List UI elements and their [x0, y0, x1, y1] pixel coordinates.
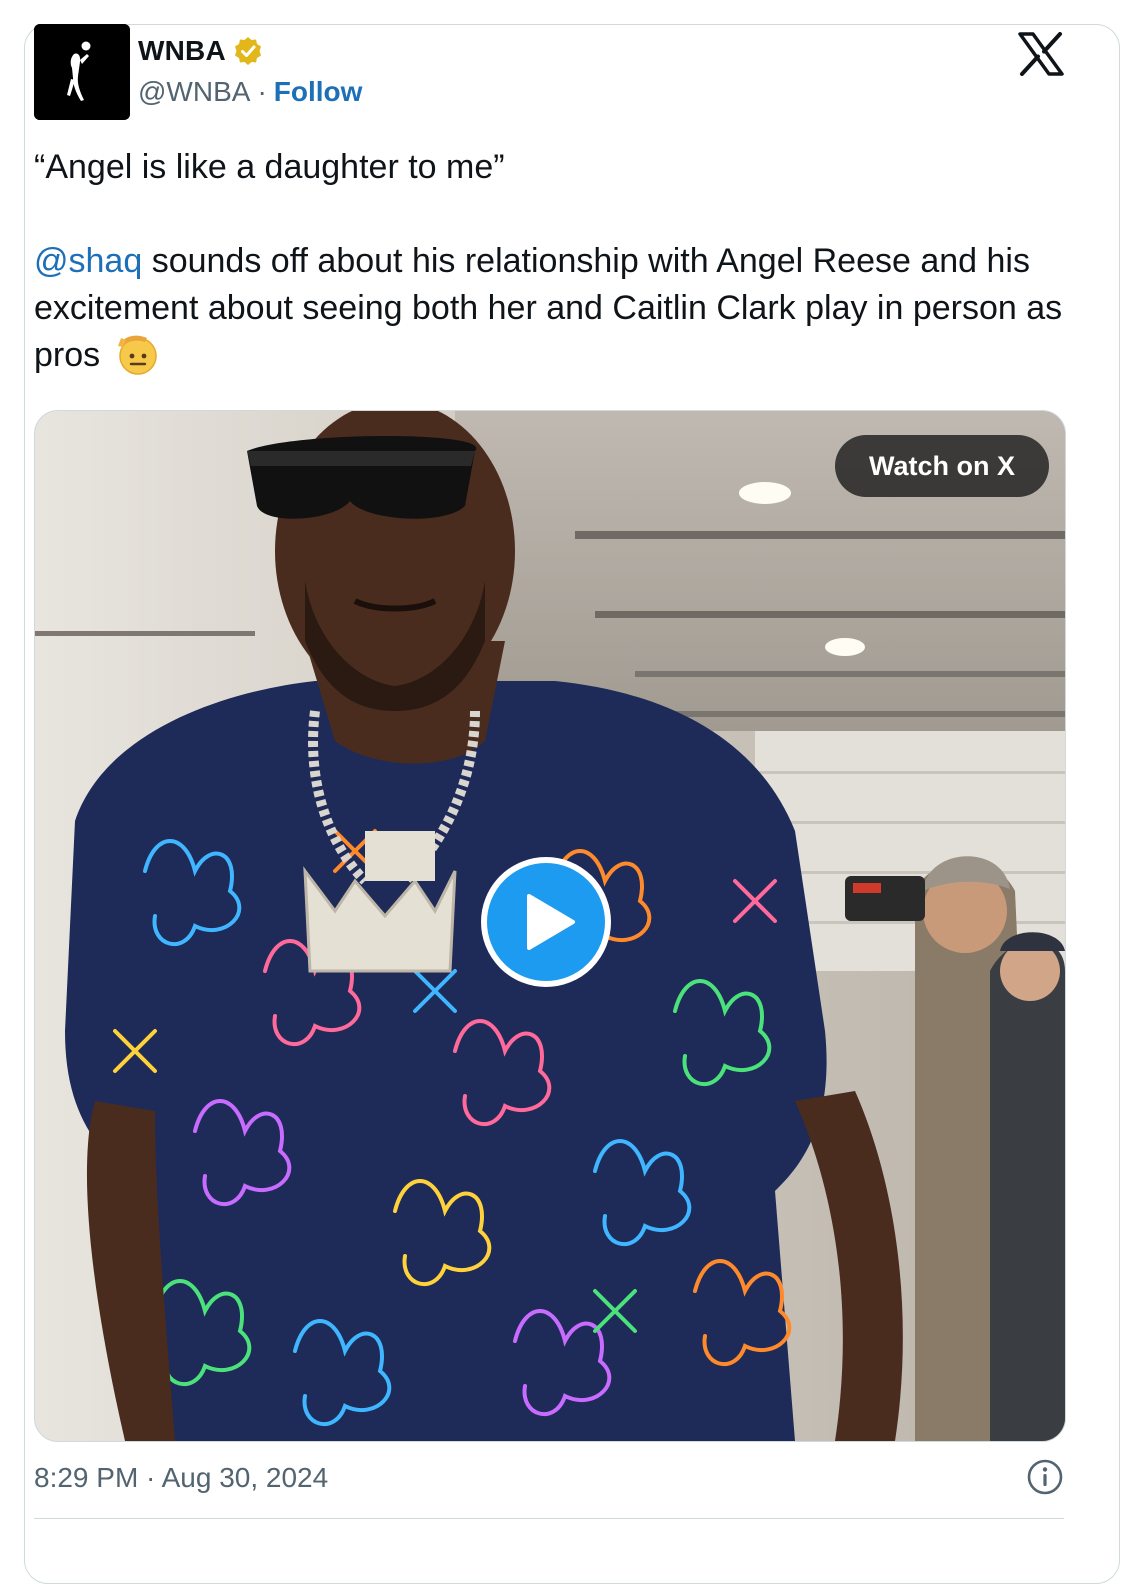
tweet-footer: 8:29 PM · Aug 30, 2024: [34, 1458, 1064, 1498]
handle-separator: ·: [257, 76, 267, 107]
tweet-header: WNBA @WNBA · Follow: [34, 24, 1064, 122]
watch-on-x-button[interactable]: Watch on X: [835, 435, 1049, 497]
tweet-text: “Angel is like a daughter to me” @shaq s…: [34, 144, 1074, 380]
handle-row: @WNBA · Follow: [138, 76, 362, 108]
verified-badge-icon: [232, 35, 264, 67]
tweet-body-paragraph: @shaq sounds off about his relationship …: [34, 238, 1074, 380]
display-name[interactable]: WNBA: [138, 35, 226, 67]
saluting-face-emoji: [114, 330, 160, 376]
footer-divider: [34, 1518, 1064, 1519]
display-name-row: WNBA: [138, 34, 362, 68]
follow-button[interactable]: Follow: [274, 76, 363, 108]
tweet-body: sounds off about his relationship with A…: [34, 242, 1063, 374]
wnba-logo-icon: [34, 24, 130, 120]
tweet-quote: “Angel is like a daughter to me”: [34, 148, 505, 186]
x-logo-icon[interactable]: [1018, 32, 1064, 76]
info-icon[interactable]: [1026, 1458, 1064, 1496]
play-button[interactable]: [481, 857, 611, 987]
play-icon: [527, 894, 575, 950]
author-names: WNBA @WNBA · Follow: [138, 34, 362, 108]
timestamp-link[interactable]: 8:29 PM · Aug 30, 2024: [34, 1462, 328, 1494]
handle[interactable]: @WNBA: [138, 76, 250, 108]
mention-link[interactable]: @shaq: [34, 242, 142, 280]
avatar[interactable]: [34, 24, 130, 120]
video-media[interactable]: Watch on X: [34, 410, 1066, 1442]
